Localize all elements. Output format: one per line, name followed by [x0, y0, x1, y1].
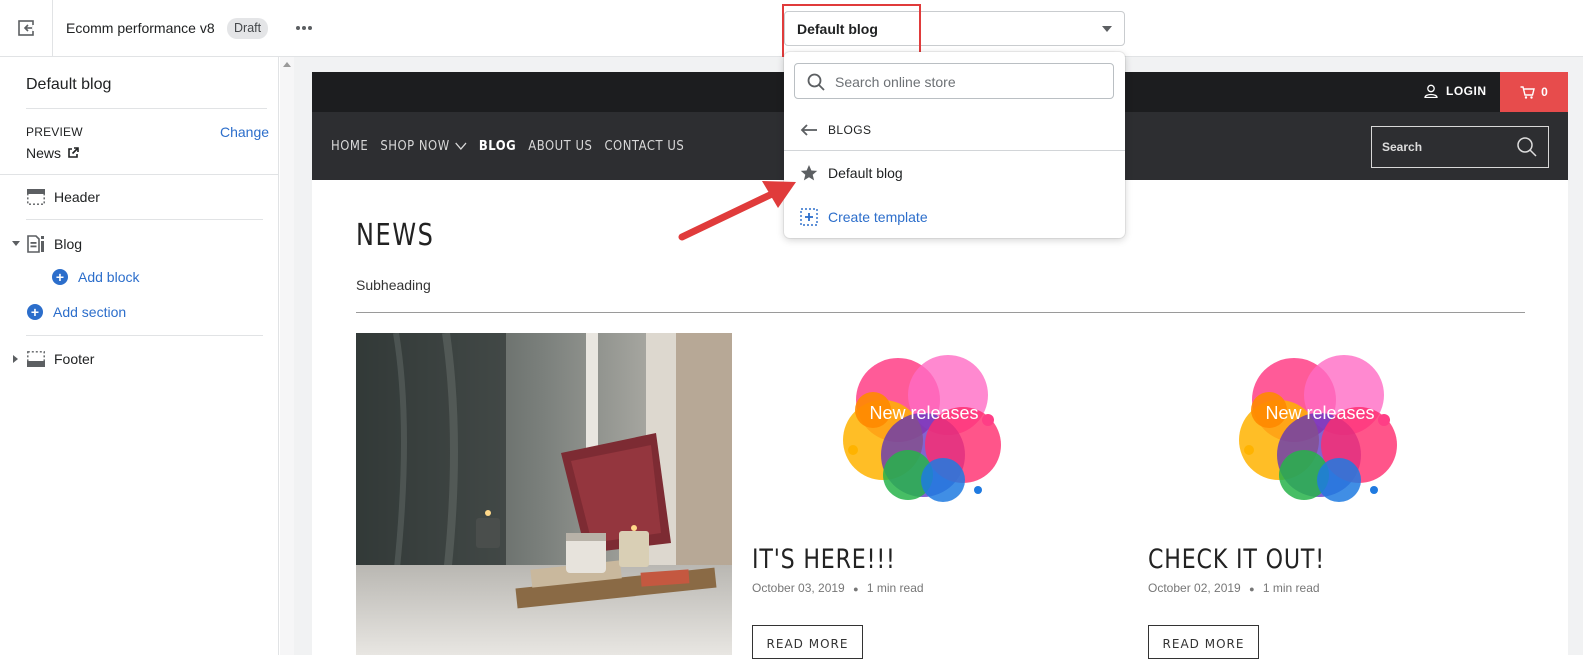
add-block-button[interactable]: + Add block — [52, 269, 139, 285]
image-caption: New releases — [869, 403, 978, 423]
divider — [0, 174, 279, 175]
store-search-placeholder: Search — [1382, 140, 1423, 154]
preview-label: PREVIEW — [26, 125, 83, 139]
add-template-icon — [800, 208, 818, 226]
back-label: BLOGS — [828, 123, 872, 137]
post-meta: October 03, 2019 ● 1 min read — [752, 581, 924, 595]
caret-down-icon — [1102, 26, 1112, 32]
sidebar-item-label: Header — [54, 189, 100, 205]
post-title[interactable]: CHECK IT OUT! — [1148, 544, 1325, 575]
sidebar-item-label: Footer — [54, 351, 95, 367]
more-actions-button[interactable] — [294, 18, 314, 38]
divider — [356, 312, 1525, 313]
arrow-left-icon — [800, 124, 817, 136]
post-date: October 02, 2019 — [1148, 581, 1241, 595]
sidebar-item-label: Blog — [54, 236, 83, 252]
preview-change-link[interactable]: Change — [220, 124, 269, 140]
add-block-label: Add block — [78, 269, 140, 285]
external-link-icon — [68, 147, 79, 158]
exit-icon — [18, 20, 35, 36]
dropdown-item-default-blog[interactable]: Default blog — [800, 164, 903, 182]
footer-section-icon — [27, 351, 45, 367]
nav-item-label: SHOP NOW — [380, 138, 450, 154]
collapse-caret-icon[interactable] — [12, 241, 20, 246]
login-link[interactable]: LOGIN — [1424, 84, 1487, 98]
create-template-button[interactable]: Create template — [800, 208, 928, 226]
dropdown-item-label: Default blog — [828, 165, 903, 181]
post-read-time: 1 min read — [1262, 581, 1320, 595]
post-date: October 03, 2019 — [752, 581, 845, 595]
add-circle-icon: + — [27, 304, 43, 320]
template-dropdown: Search online store BLOGS Default blog C… — [784, 52, 1125, 238]
page-title: NEWS — [356, 218, 435, 253]
read-more-button[interactable]: READ MORE — [1148, 625, 1259, 659]
sidebar-item-header[interactable]: Header — [26, 187, 100, 207]
theme-name: Ecomm performance v8 — [66, 20, 215, 36]
nav-item-about-us[interactable]: ABOUT US — [528, 138, 592, 154]
login-label: LOGIN — [1446, 84, 1487, 98]
divider — [26, 335, 263, 336]
star-icon — [800, 165, 818, 181]
window-seat-photo — [356, 333, 732, 655]
exit-button[interactable] — [0, 0, 53, 56]
more-horizontal-icon — [296, 26, 312, 30]
cart-button[interactable]: 0 — [1500, 72, 1568, 112]
search-icon — [807, 73, 825, 91]
sidebar-item-blog[interactable]: Blog — [26, 234, 82, 254]
scroll-up-icon[interactable] — [283, 62, 291, 67]
store-nav-menu: HOME SHOP NOW BLOG ABOUT US CONTACT US — [331, 138, 684, 154]
blog-section-icon — [27, 235, 44, 253]
post-title[interactable]: IT'S HERE!!! — [752, 544, 896, 575]
new-releases-image[interactable]: New releases — [1234, 340, 1404, 510]
create-template-label: Create template — [828, 209, 928, 225]
search-icon[interactable] — [1516, 136, 1538, 158]
header-section-icon — [27, 189, 45, 205]
dropdown-search-input[interactable]: Search online store — [794, 63, 1114, 99]
divider — [26, 108, 267, 109]
divider — [26, 219, 263, 220]
scrollbar[interactable] — [280, 57, 294, 655]
store-search-input[interactable]: Search — [1371, 126, 1549, 168]
status-badge: Draft — [227, 18, 269, 39]
expand-caret-icon[interactable] — [13, 355, 18, 363]
dropdown-search-placeholder: Search online store — [835, 74, 956, 90]
sidebar-item-footer[interactable]: Footer — [26, 349, 94, 369]
add-section-label: Add section — [53, 304, 127, 320]
add-section-button[interactable]: + Add section — [27, 304, 126, 320]
page-subheading: Subheading — [356, 277, 431, 293]
back-to-blogs-button[interactable]: BLOGS — [800, 123, 871, 137]
new-releases-image[interactable]: New releases — [838, 340, 1008, 510]
cart-icon — [1520, 85, 1536, 99]
nav-item-shop-now[interactable]: SHOP NOW — [380, 138, 467, 154]
featured-post-image[interactable] — [356, 333, 732, 655]
read-more-button[interactable]: READ MORE — [752, 625, 863, 659]
post-read-time: 1 min read — [866, 581, 924, 595]
cart-count: 0 — [1541, 85, 1548, 99]
preview-value-text: News — [26, 145, 62, 161]
nav-item-blog[interactable]: BLOG — [479, 138, 516, 154]
preview-value[interactable]: News — [26, 145, 79, 161]
image-caption: New releases — [1265, 403, 1374, 423]
sidebar: Default blog PREVIEW Change News Header … — [0, 57, 279, 655]
nav-item-home[interactable]: HOME — [331, 138, 368, 154]
add-circle-icon: + — [52, 269, 68, 285]
chevron-down-icon — [455, 142, 467, 150]
sidebar-title: Default blog — [26, 76, 112, 93]
divider — [784, 150, 1125, 151]
post-meta: October 02, 2019 ● 1 min read — [1148, 581, 1320, 595]
user-icon — [1424, 84, 1438, 98]
nav-item-contact-us[interactable]: CONTACT US — [604, 138, 684, 154]
